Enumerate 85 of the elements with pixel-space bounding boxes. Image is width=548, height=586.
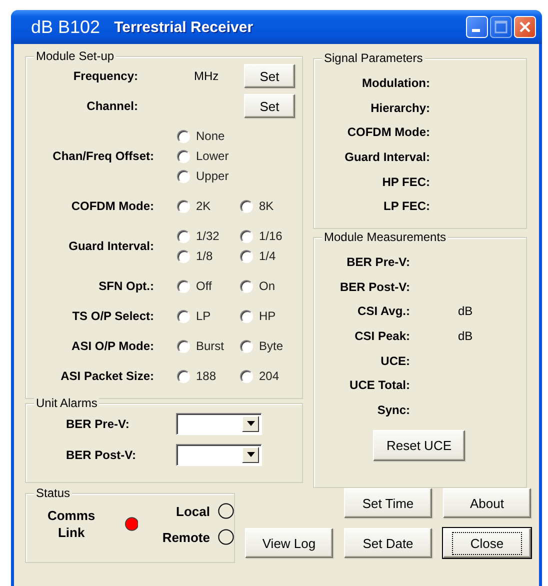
field-label: Frequency: — [72, 69, 139, 83]
radio-label: LP — [196, 309, 211, 323]
field-label: UCE Total: — [348, 378, 410, 392]
field-label: Hierarchy: — [370, 100, 430, 115]
dialog-button[interactable]: View Log — [245, 528, 333, 558]
field-label: LP FEC: — [382, 199, 430, 214]
field-label: BER Pre-V: — [66, 416, 130, 430]
radio-button[interactable] — [240, 340, 253, 352]
indicator-label: Local — [176, 504, 210, 518]
radio-label: 1/32 — [196, 229, 220, 243]
radio-button[interactable] — [177, 230, 190, 242]
app-name: dB B102 — [31, 16, 100, 38]
radio-label: Upper — [196, 169, 229, 183]
dialog-button[interactable]: Set Date — [344, 528, 432, 558]
field-label: COFDM Mode: — [70, 199, 154, 213]
radio-button[interactable] — [177, 280, 190, 292]
close-button[interactable] — [514, 16, 536, 38]
field-label: BER Pre-V: — [346, 255, 410, 270]
radio-button[interactable] — [177, 170, 190, 182]
field-label: ASI Packet Size: — [60, 369, 154, 383]
radio-button[interactable] — [240, 200, 253, 212]
field-label: BER Post-V: — [338, 280, 410, 294]
radio-button[interactable] — [240, 310, 253, 322]
radio-label: 204 — [259, 369, 280, 383]
field-label: COFDM Mode: — [346, 125, 430, 140]
group-title: Status — [34, 486, 72, 500]
field-label: TS O/P Select: — [71, 309, 154, 323]
field-label: Guard Interval: — [68, 239, 154, 253]
unit-label: dB — [458, 329, 473, 344]
field-label: SFN Opt.: — [98, 279, 154, 293]
radio-button[interactable] — [240, 230, 253, 242]
radio-button[interactable] — [240, 370, 253, 382]
dropdown-field[interactable] — [176, 412, 262, 434]
radio-label: Lower — [196, 149, 229, 163]
radio-button[interactable] — [240, 280, 253, 292]
field-label: CSI Avg.: — [356, 304, 410, 318]
dialog-button[interactable]: Set Time — [344, 488, 432, 518]
radio-button[interactable] — [177, 310, 190, 322]
field-label: Guard Interval: — [344, 150, 430, 164]
radio-label: Byte — [259, 339, 284, 353]
radio-button[interactable] — [177, 340, 190, 352]
field-label: Channel: — [86, 99, 139, 113]
field-label: Chan/Freq Offset: — [52, 149, 154, 163]
radio-button[interactable] — [177, 130, 190, 142]
reset-button[interactable]: Reset UCE — [373, 430, 465, 462]
radio-label: 8K — [259, 199, 274, 213]
radio-label: Off — [196, 279, 212, 293]
radio-button[interactable] — [177, 370, 190, 382]
radio-label: Burst — [196, 339, 224, 353]
indicator-label: Remote — [162, 530, 210, 544]
group-title: Signal Parameters — [322, 51, 425, 65]
dialog-button[interactable]: About — [443, 488, 531, 518]
field-label: BER Post-V: — [66, 448, 138, 462]
unit-label: MHz — [194, 69, 220, 83]
unit-label: dB — [458, 304, 473, 318]
radio-button[interactable] — [177, 150, 190, 162]
radio-label: 2K — [196, 199, 211, 213]
group-title: Module Measurements — [322, 230, 448, 244]
field-label: UCE: — [380, 354, 410, 368]
dropdown-arrow-icon — [246, 421, 254, 426]
group-title: Module Set-up — [34, 49, 116, 63]
radio-button[interactable] — [177, 250, 190, 262]
radio-label: 1/16 — [259, 229, 282, 243]
set-button[interactable]: Set — [244, 64, 295, 88]
group-title: Unit Alarms — [34, 396, 100, 410]
dropdown-field[interactable] — [176, 444, 262, 466]
radio-label: 1/8 — [196, 249, 213, 263]
field-label: CSI Peak: — [354, 329, 410, 344]
window-title: Terrestrial Receiver — [114, 18, 254, 36]
status-label: Comms Link — [46, 507, 96, 541]
dropdown-arrow-icon — [246, 452, 254, 457]
field-label: ASI O/P Mode: — [70, 339, 154, 353]
radio-label: HP — [259, 309, 276, 323]
field-label: HP FEC: — [381, 174, 430, 189]
radio-button[interactable] — [177, 200, 190, 212]
minimize-button[interactable] — [466, 16, 488, 38]
dialog-button[interactable]: Close — [443, 528, 531, 558]
set-button[interactable]: Set — [244, 94, 295, 118]
field-label: Sync: — [376, 402, 410, 417]
radio-button[interactable] — [240, 250, 253, 262]
radio-label: None — [196, 129, 225, 143]
field-label: Modulation: — [361, 76, 430, 90]
radio-label: 188 — [196, 369, 216, 383]
radio-label: 1/4 — [259, 249, 276, 263]
radio-label: On — [259, 279, 276, 293]
